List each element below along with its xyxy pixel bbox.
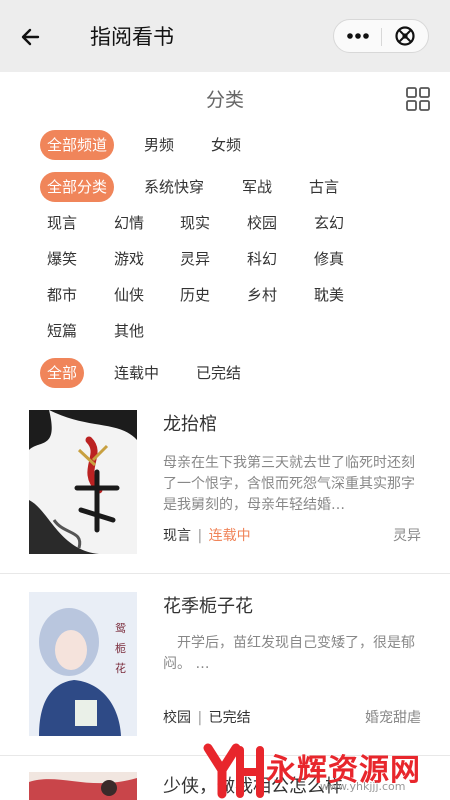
genre-tag[interactable]: 都市 bbox=[47, 280, 77, 310]
genre-tag[interactable]: 修真 bbox=[314, 244, 344, 274]
book-status: 已完结 bbox=[208, 710, 251, 726]
book-description: 母亲在生下我第三天就去世了临死时还刻了一个恨字，含恨而死怨气深重其实那字是我舅刻… bbox=[163, 455, 415, 513]
title-bar: 指阅看书 bbox=[0, 0, 450, 72]
divider bbox=[0, 573, 450, 574]
more-button[interactable] bbox=[334, 20, 381, 52]
genre-tag[interactable]: 现实 bbox=[180, 208, 210, 238]
channel-tag-female[interactable]: 女频 bbox=[211, 130, 241, 160]
mini-program-capsule bbox=[333, 19, 429, 53]
book-meta: 校园 | 已完结 bbox=[163, 708, 251, 728]
genre-tag[interactable]: 军战 bbox=[242, 172, 272, 202]
watermark-icon bbox=[203, 743, 264, 799]
genre-tag[interactable]: 仙侠 bbox=[114, 280, 144, 310]
back-button[interactable] bbox=[18, 22, 48, 52]
svg-text:鸳: 鸳 bbox=[115, 621, 126, 635]
genre-tag[interactable]: 乡村 bbox=[247, 280, 277, 310]
book-title: 龙抬棺 bbox=[163, 414, 217, 435]
genre-tag[interactable]: 耽美 bbox=[314, 280, 344, 310]
book-category: 婚宠甜虐 bbox=[365, 710, 421, 726]
meta-separator: | bbox=[193, 528, 207, 544]
grid-view-button[interactable] bbox=[405, 86, 431, 112]
status-tag-all[interactable]: 全部 bbox=[40, 358, 85, 388]
book-genre: 现言 bbox=[163, 528, 191, 544]
book-status: 连载中 bbox=[208, 528, 251, 544]
channel-tag-male[interactable]: 男频 bbox=[144, 130, 174, 160]
back-arrow-icon bbox=[21, 28, 40, 46]
page-title: 指阅看书 bbox=[90, 25, 174, 49]
status-tag-ongoing[interactable]: 连载中 bbox=[114, 358, 159, 388]
genre-tag[interactable]: 灵异 bbox=[180, 244, 210, 274]
grid-icon bbox=[406, 87, 430, 111]
watermark-url: www.yhkjjj.com bbox=[320, 780, 406, 793]
book-cover-image bbox=[29, 772, 137, 800]
genre-tag[interactable]: 幻情 bbox=[114, 208, 144, 238]
book-description: 开学后，苗红发现自己变矮了，很是郁闷。 … bbox=[163, 635, 415, 672]
book-title: 花季栀子花 bbox=[163, 596, 253, 617]
book-cover-image bbox=[29, 410, 137, 554]
genre-tag[interactable]: 校园 bbox=[247, 208, 277, 238]
status-tag-finished[interactable]: 已完结 bbox=[196, 358, 241, 388]
genre-tag[interactable]: 玄幻 bbox=[314, 208, 344, 238]
close-circle-icon bbox=[395, 26, 415, 46]
genre-tag[interactable]: 现言 bbox=[47, 208, 77, 238]
category-heading: 分类 bbox=[205, 89, 244, 111]
genre-tag[interactable]: 古言 bbox=[309, 172, 339, 202]
book-category: 灵异 bbox=[393, 528, 421, 544]
close-button[interactable] bbox=[382, 20, 429, 52]
meta-separator: | bbox=[193, 710, 207, 726]
svg-text:栀: 栀 bbox=[115, 641, 126, 655]
genre-tag[interactable]: 系统快穿 bbox=[144, 172, 204, 202]
genre-tag[interactable]: 短篇 bbox=[47, 316, 77, 346]
genre-tag[interactable]: 全部分类 bbox=[40, 172, 115, 202]
book-cover-image: 鸳 栀 花 bbox=[29, 592, 137, 736]
svg-text:花: 花 bbox=[115, 662, 126, 675]
channel-tag-all[interactable]: 全部频道 bbox=[40, 130, 115, 160]
more-dots-icon bbox=[347, 33, 369, 39]
genre-tag[interactable]: 科幻 bbox=[247, 244, 277, 274]
genre-tag[interactable]: 爆笑 bbox=[47, 244, 77, 274]
genre-tag[interactable]: 游戏 bbox=[114, 244, 144, 274]
genre-tag[interactable]: 历史 bbox=[180, 280, 210, 310]
book-genre: 校园 bbox=[163, 710, 191, 726]
book-meta: 现言 | 连载中 bbox=[163, 526, 251, 546]
genre-tag[interactable]: 其他 bbox=[114, 316, 144, 346]
